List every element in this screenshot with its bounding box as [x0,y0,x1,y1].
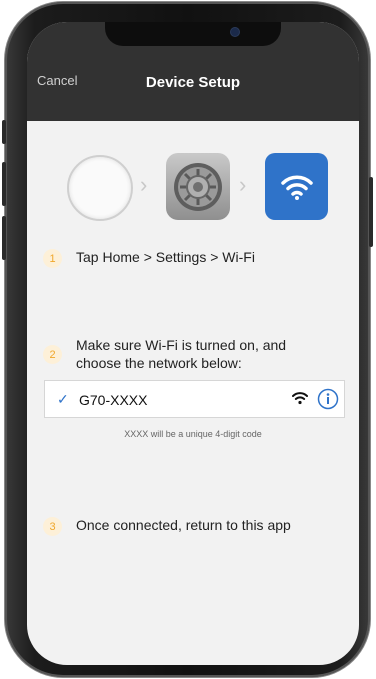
network-row[interactable]: ✓ G70-XXXX [44,380,345,418]
checkmark-icon: ✓ [57,391,69,407]
step-2: 2 Make sure Wi-Fi is turned on, and choo… [43,336,286,372]
screen: Cancel Device Setup › › 1 Tap Home > Set… [27,22,359,665]
step-text: Once connected, return to this app [76,517,291,533]
network-hint: XXXX will be a unique 4-digit code [124,429,262,439]
nav-bar: Cancel Device Setup [27,22,359,121]
settings-app-icon [166,153,230,220]
volume-down-button [2,216,6,260]
page-title: Device Setup [145,74,241,91]
volume-up-button [2,162,6,206]
step-number-badge: 2 [43,345,62,364]
step-text: Make sure Wi-Fi is turned on, and choose… [76,336,286,372]
chevron-right-icon: › [140,172,148,197]
network-name: G70-XXXX [79,392,148,408]
step-number-badge: 3 [43,517,62,536]
home-button-icon [67,155,133,221]
silent-switch [2,120,6,144]
phone-frame: Cancel Device Setup › › 1 Tap Home > Set… [2,2,373,677]
wifi-settings-icon [265,153,328,220]
step-text-line: Make sure Wi-Fi is turned on, and [76,337,287,353]
step-1: 1 Tap Home > Settings > Wi-Fi [43,248,255,268]
instruction-icons: › › [27,152,359,224]
power-button [369,177,373,247]
step-text-line: choose the network below: [76,355,242,371]
chevron-right-icon: › [239,172,247,197]
front-camera [231,28,239,36]
step-3: 3 Once connected, return to this app [43,516,291,536]
wifi-signal-icon [292,391,308,410]
step-text: Tap Home > Settings > Wi-Fi [76,249,255,265]
step-number-badge: 1 [43,249,62,268]
notch [105,22,281,46]
info-icon[interactable] [317,388,339,415]
